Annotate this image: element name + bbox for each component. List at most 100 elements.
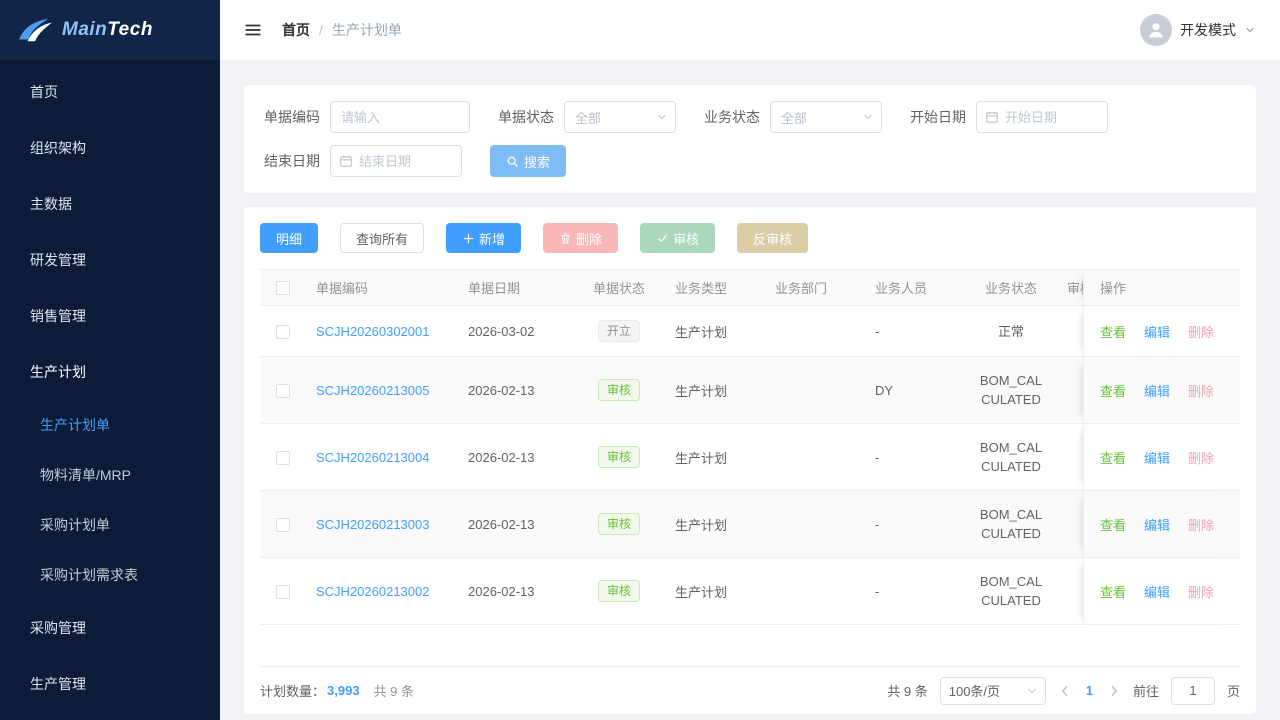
logo-text: MainTech bbox=[62, 19, 153, 41]
biz-type-cell: 生产计划 bbox=[665, 424, 765, 491]
delete-link[interactable]: 删除 bbox=[1188, 518, 1214, 533]
chevron-down-icon bbox=[862, 111, 874, 123]
query-all-button[interactable]: 查询所有 bbox=[340, 223, 424, 253]
biz-status-select[interactable]: 全部 bbox=[770, 101, 882, 133]
detail-button[interactable]: 明细 bbox=[260, 223, 318, 253]
biz-dept-cell bbox=[765, 306, 865, 357]
sidebar-item-label: 采购管理 bbox=[30, 618, 86, 638]
breadcrumb-home[interactable]: 首页 bbox=[282, 20, 310, 40]
sidebar-subitem[interactable]: 采购计划需求表 bbox=[0, 550, 220, 600]
view-link[interactable]: 查看 bbox=[1100, 384, 1126, 399]
doc-code-link[interactable]: SCJH20260213005 bbox=[316, 383, 429, 398]
filter-biz-status: 业务状态 全部 bbox=[704, 101, 882, 133]
chevron-down-icon bbox=[656, 111, 668, 123]
table-row: SCJH202602130042026-02-13审核生产计划-BOM_CALC… bbox=[260, 424, 1240, 491]
status-badge: 审核 bbox=[598, 580, 640, 602]
delete-link[interactable]: 删除 bbox=[1188, 325, 1214, 340]
edit-link[interactable]: 编辑 bbox=[1144, 518, 1170, 533]
table-toolbar: 明细 查询所有 新增 删除 审核 反审核 bbox=[260, 223, 1240, 253]
main-area: 首页 / 生产计划单 开发模式 单据编码 单据状态 bbox=[220, 0, 1280, 720]
view-link[interactable]: 查看 bbox=[1100, 518, 1126, 533]
edit-link[interactable]: 编辑 bbox=[1144, 451, 1170, 466]
table-row: SCJH202603020012026-03-02开立生产计划-正常查看编辑删除 bbox=[260, 306, 1240, 357]
view-link[interactable]: 查看 bbox=[1100, 585, 1126, 600]
sidebar-item[interactable]: 研发管理 bbox=[0, 232, 220, 288]
row-checkbox-cell bbox=[260, 424, 306, 491]
sidebar-item[interactable]: 生产管理 bbox=[0, 656, 220, 712]
breadcrumb-current: 生产计划单 bbox=[332, 20, 402, 40]
end-date-input[interactable] bbox=[359, 154, 453, 169]
table-panel: 明细 查询所有 新增 删除 审核 反审核 单据编码单据日期单据状态业务类型 bbox=[244, 207, 1256, 714]
search-button[interactable]: 搜索 bbox=[490, 145, 566, 177]
view-link[interactable]: 查看 bbox=[1100, 325, 1126, 340]
sidebar-subitem[interactable]: 物料清单/MRP bbox=[0, 450, 220, 500]
menu-toggle-icon[interactable] bbox=[244, 21, 262, 39]
total-count-right: 共 9 条 bbox=[887, 681, 927, 700]
plan-count-label: 计划数量： bbox=[260, 681, 325, 700]
edit-link[interactable]: 编辑 bbox=[1144, 384, 1170, 399]
filter-start-date: 开始日期 bbox=[910, 101, 1108, 133]
prev-page-icon[interactable] bbox=[1058, 684, 1072, 698]
end-date-picker[interactable] bbox=[330, 145, 462, 177]
delete-link[interactable]: 删除 bbox=[1188, 585, 1214, 600]
doc-code-input-wrap bbox=[330, 101, 470, 133]
add-button[interactable]: 新增 bbox=[446, 223, 521, 253]
page-number[interactable]: 1 bbox=[1084, 683, 1095, 698]
row-checkbox[interactable] bbox=[276, 384, 290, 398]
page-size-value: 100条/页 bbox=[949, 681, 1000, 700]
breadcrumb-separator: / bbox=[319, 22, 323, 38]
edit-link[interactable]: 编辑 bbox=[1144, 585, 1170, 600]
status-badge: 审核 bbox=[598, 379, 640, 401]
view-link[interactable]: 查看 bbox=[1100, 451, 1126, 466]
delete-button[interactable]: 删除 bbox=[543, 223, 618, 253]
column-header: 单据状态 bbox=[573, 270, 665, 306]
row-checkbox[interactable] bbox=[276, 518, 290, 532]
sidebar-subitem[interactable]: 生产计划单 bbox=[0, 400, 220, 450]
sidebar-item[interactable]: 销售管理 bbox=[0, 288, 220, 344]
doc-code-link[interactable]: SCJH20260302001 bbox=[316, 324, 429, 339]
sidebar-item[interactable]: 采购管理 bbox=[0, 600, 220, 656]
sidebar-item-label: 主数据 bbox=[30, 194, 72, 214]
plan-count-value: 3,993 bbox=[327, 683, 360, 698]
sidebar-item[interactable]: 首页 bbox=[0, 64, 220, 120]
start-date-picker[interactable] bbox=[976, 101, 1108, 133]
row-checkbox-cell bbox=[260, 357, 306, 424]
next-page-icon[interactable] bbox=[1107, 684, 1121, 698]
avatar[interactable] bbox=[1140, 14, 1172, 46]
row-actions-cell: 查看 编辑 删除 bbox=[1083, 357, 1240, 424]
column-header: 业务部门 bbox=[765, 270, 865, 306]
doc-status-cell: 开立 bbox=[573, 306, 665, 357]
sidebar-item[interactable]: 组织架构 bbox=[0, 120, 220, 176]
start-date-label: 开始日期 bbox=[910, 107, 966, 127]
doc-status-label: 单据状态 bbox=[498, 107, 554, 127]
user-menu[interactable]: 开发模式 bbox=[1140, 14, 1256, 46]
doc-code-cell: SCJH20260302001 bbox=[306, 306, 458, 357]
row-checkbox[interactable] bbox=[276, 451, 290, 465]
sidebar-item[interactable]: 生产计划 bbox=[0, 344, 220, 400]
doc-code-link[interactable]: SCJH20260213002 bbox=[316, 584, 429, 599]
doc-code-link[interactable]: SCJH20260213004 bbox=[316, 450, 429, 465]
unaudit-button[interactable]: 反审核 bbox=[737, 223, 808, 253]
app-root: MainTech 首页组织架构主数据研发管理销售管理生产计划生产计划单物料清单/… bbox=[0, 0, 1280, 720]
edit-link[interactable]: 编辑 bbox=[1144, 325, 1170, 340]
delete-link[interactable]: 删除 bbox=[1188, 384, 1214, 399]
doc-status-select[interactable]: 全部 bbox=[564, 101, 676, 133]
doc-date-cell: 2026-02-13 bbox=[458, 558, 573, 625]
doc-code-input[interactable] bbox=[341, 110, 459, 125]
sidebar-subitem[interactable]: 采购计划单 bbox=[0, 500, 220, 550]
biz-status-label: 业务状态 bbox=[704, 107, 760, 127]
page-size-select[interactable]: 100条/页 bbox=[940, 677, 1046, 705]
start-date-input[interactable] bbox=[1005, 110, 1099, 125]
user-avatar-icon bbox=[1145, 19, 1167, 41]
delete-link[interactable]: 删除 bbox=[1188, 451, 1214, 466]
app-logo: MainTech bbox=[0, 0, 220, 60]
audit-button[interactable]: 审核 bbox=[640, 223, 715, 253]
select-all-checkbox[interactable] bbox=[276, 281, 290, 295]
sidebar-item[interactable]: 主数据 bbox=[0, 176, 220, 232]
doc-code-link[interactable]: SCJH20260213003 bbox=[316, 517, 429, 532]
row-checkbox[interactable] bbox=[276, 585, 290, 599]
row-actions-cell: 查看 编辑 删除 bbox=[1083, 558, 1240, 625]
row-checkbox[interactable] bbox=[276, 325, 290, 339]
goto-page-input[interactable] bbox=[1171, 677, 1215, 705]
biz-person-cell: DY bbox=[865, 357, 965, 424]
